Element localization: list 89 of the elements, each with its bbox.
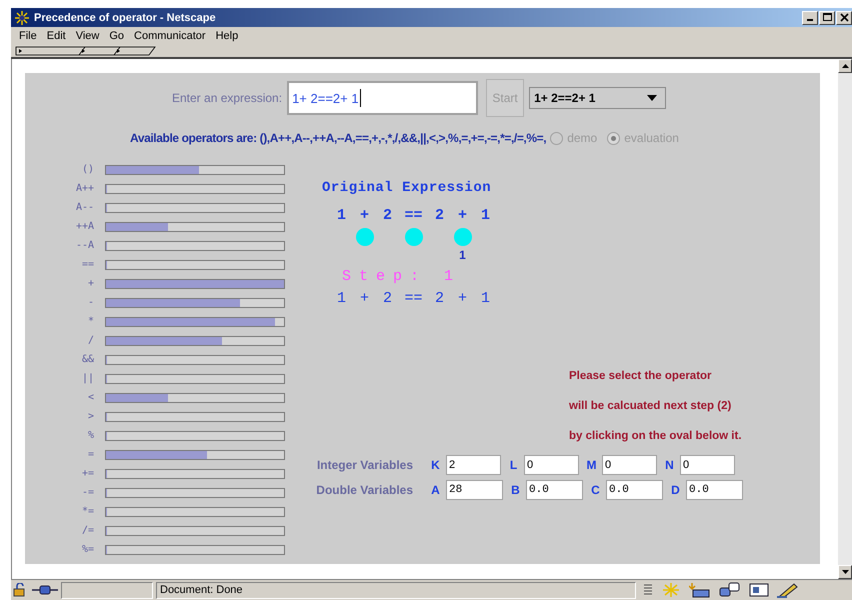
operator-label: && xyxy=(80,354,95,365)
operator-label: == xyxy=(80,259,95,270)
result-token: == xyxy=(404,291,422,307)
operator-label: - xyxy=(86,297,95,308)
scroll-up-button[interactable] xyxy=(838,59,852,73)
variable-field[interactable]: 0.0 xyxy=(686,480,743,500)
variable-name: B xyxy=(510,483,521,497)
variable-field[interactable]: 0.0 xyxy=(606,480,663,500)
operator-label: ++A xyxy=(74,221,95,232)
variables-label: Integer Variables xyxy=(316,458,414,472)
menu-item[interactable]: Edit xyxy=(42,30,70,42)
operator-label: / xyxy=(86,335,95,346)
operator-label: > xyxy=(86,411,95,422)
operator-label: || xyxy=(80,373,95,384)
instruction-text: by clicking on the oval below it. xyxy=(569,430,743,444)
expression-token: 1 xyxy=(480,208,490,224)
expression-title: Original Expression xyxy=(322,180,492,196)
expression-dropdown[interactable]: 1+ 2==2+ 1 xyxy=(529,87,666,109)
instruction-text: Please select the operator xyxy=(569,370,713,384)
menu-item[interactable]: Help xyxy=(212,30,242,42)
variable-name: K xyxy=(430,458,441,472)
operator-label: < xyxy=(86,392,95,403)
operator-label: () xyxy=(80,164,95,175)
operator-label: += xyxy=(80,468,95,479)
variables-label: Double Variables xyxy=(315,483,414,497)
scroll-down-button[interactable] xyxy=(838,565,852,579)
star-icon[interactable] xyxy=(661,582,681,598)
operators-text: Available operators are: (),A++,A--,++A,--A,==,+,-,*,/,&&,||,<,>,%,=,+=,-=,*=,/=,%=, xyxy=(130,131,546,145)
operator-label: %= xyxy=(80,544,95,555)
expression-token: 2 xyxy=(382,208,392,224)
operator-label: * xyxy=(86,316,95,327)
operator-label: A++ xyxy=(74,183,95,194)
maximize-button[interactable] xyxy=(819,10,835,24)
expression-label: Enter an expression: xyxy=(172,91,282,105)
result-token: + xyxy=(360,291,369,307)
operator-label: --A xyxy=(74,240,95,251)
variable-name: C xyxy=(590,483,601,497)
variable-field[interactable]: 2 xyxy=(446,455,501,475)
variable-field[interactable]: 0 xyxy=(524,455,579,475)
plug-icon[interactable] xyxy=(32,584,58,596)
variable-field[interactable]: 0 xyxy=(602,455,657,475)
expression-token: 2 xyxy=(434,208,444,224)
expression-field[interactable]: 1+ 2==2+ 1 xyxy=(287,81,478,115)
up-arrow-icon xyxy=(842,64,848,68)
expression-token: + xyxy=(360,208,369,224)
result-token: 2 xyxy=(434,291,444,307)
grip-icon xyxy=(643,583,653,597)
down-arrow-icon xyxy=(842,570,848,574)
result-token: + xyxy=(458,291,467,307)
variable-name: A xyxy=(430,483,441,497)
dropdown-arrow-icon xyxy=(647,95,658,101)
menu-item[interactable]: View xyxy=(72,30,104,42)
operator-label: A-- xyxy=(74,202,95,213)
operator-label: /= xyxy=(80,525,95,536)
close-icon xyxy=(840,13,848,22)
operator-label: + xyxy=(86,278,95,289)
variable-field[interactable]: 0 xyxy=(680,455,735,475)
chat-icon[interactable] xyxy=(719,582,741,598)
menu-item[interactable]: File xyxy=(15,30,41,42)
result-token: 1 xyxy=(480,291,490,307)
oval-label: 1 xyxy=(459,250,466,260)
maximize-icon xyxy=(822,13,832,22)
step-label: Step: 1 xyxy=(342,268,462,285)
status-text: Document: Done xyxy=(156,582,636,598)
address-card-icon[interactable] xyxy=(749,582,769,598)
instruction-text: will be calcuated next step (2) xyxy=(569,400,732,414)
operator-label: -= xyxy=(80,487,95,498)
variable-field[interactable]: 0.0 xyxy=(526,480,583,500)
window-title: Precedence of operator - Netscape xyxy=(34,12,216,24)
operator-label: *= xyxy=(80,506,95,517)
menu-item[interactable]: Go xyxy=(105,30,128,42)
result-token: 2 xyxy=(382,291,392,307)
star-icon xyxy=(14,10,30,26)
inbox-icon[interactable] xyxy=(689,582,711,598)
variable-name: M xyxy=(586,458,598,472)
menu-item[interactable]: Communicator xyxy=(130,30,210,42)
result-token: 1 xyxy=(336,291,346,307)
expression-token: 1 xyxy=(336,208,346,224)
variable-name: D xyxy=(670,483,681,497)
pen-icon[interactable] xyxy=(777,582,799,598)
variable-field[interactable]: 28 xyxy=(446,480,503,500)
minimize-button[interactable] xyxy=(802,10,818,24)
operator-label: = xyxy=(86,449,95,460)
expression-token: + xyxy=(458,208,467,224)
variable-name: L xyxy=(508,458,518,472)
operator-label: % xyxy=(86,430,95,441)
expression-token: == xyxy=(404,208,422,224)
close-button[interactable] xyxy=(836,10,852,24)
variable-name: N xyxy=(664,458,675,472)
